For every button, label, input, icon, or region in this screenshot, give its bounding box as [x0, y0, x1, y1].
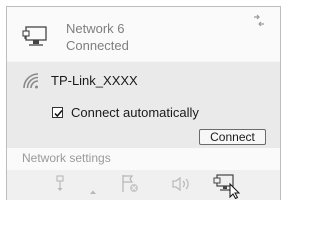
wifi-network-item[interactable]: TP-Link_XXXX Connect automatically Conne…	[7, 62, 280, 148]
connected-network-section[interactable]: Network 6 Connected	[7, 7, 280, 61]
connect-button[interactable]: Connect	[199, 129, 266, 145]
auto-connect-label: Connect automatically	[71, 105, 199, 120]
wifi-signal-icon	[22, 72, 42, 95]
network-flyout: Network 6 Connected TP-Link_XXXX Connect…	[6, 6, 281, 200]
auto-connect-row[interactable]: Connect automatically	[52, 105, 199, 120]
network-status: Connected	[66, 38, 129, 53]
network-active-icon[interactable]	[213, 173, 243, 204]
system-tray	[7, 170, 280, 200]
auto-connect-checkbox[interactable]	[52, 107, 63, 118]
chevron-up-icon[interactable]	[88, 183, 98, 201]
ethernet-monitor-icon	[22, 25, 50, 54]
speaker-icon[interactable]	[169, 176, 191, 197]
settings-bar: Network settings	[7, 148, 280, 170]
network-name: Network 6	[66, 21, 125, 36]
wifi-ssid: TP-Link_XXXX	[51, 73, 138, 88]
network-settings-link[interactable]: Network settings	[22, 151, 111, 165]
flag-blocked-icon[interactable]	[120, 173, 140, 200]
usb-icon[interactable]	[54, 174, 66, 199]
pin-arrows-icon[interactable]	[251, 14, 267, 33]
